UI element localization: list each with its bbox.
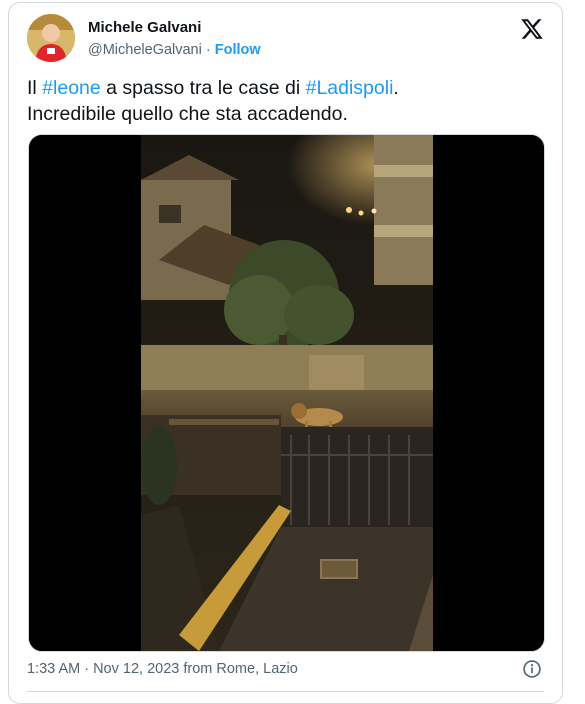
footer-divider [27,691,544,692]
hashtag-ladispoli[interactable]: #Ladispoli [306,77,394,99]
author-handle[interactable]: @MicheleGalvani [88,42,202,58]
tweet-timestamp[interactable]: 1:33 AM · Nov 12, 2023 from Rome, Lazio [27,661,298,677]
video-player[interactable] [28,134,545,652]
tweet-card: Michele Galvani @MicheleGalvani · Follow… [8,2,563,704]
follow-button[interactable]: Follow [215,42,261,58]
tweet-text-line1: Il #leone a spasso tra le case di #Ladis… [27,75,542,101]
author-name[interactable]: Michele Galvani [88,19,201,36]
x-logo-icon[interactable] [520,17,544,41]
avatar-image [27,14,75,62]
info-icon[interactable] [522,659,542,679]
author-avatar[interactable] [27,14,75,62]
author-handle-row: @MicheleGalvani · Follow [88,42,261,58]
handle-separator: · [205,42,211,58]
tweet-text-middle: a spasso tra le case di [100,77,306,99]
video-thumbnail [29,135,544,651]
tweet-text-prefix: Il [27,77,43,99]
hashtag-leone[interactable]: #leone [42,77,101,99]
tweet-text: Il #leone a spasso tra le case di #Ladis… [27,75,542,127]
tweet-text-line2: Incredibile quello che sta accadendo. [27,103,348,125]
tweet-text-suffix: . [393,77,399,99]
